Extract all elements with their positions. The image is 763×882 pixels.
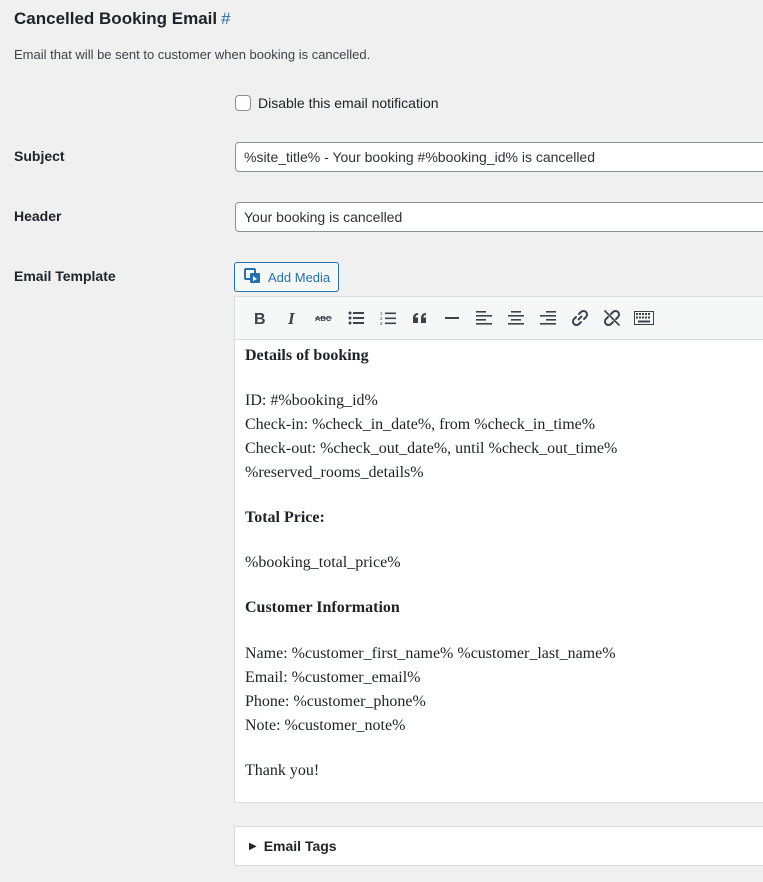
header-label: Header xyxy=(14,208,62,224)
customer-note-line: Note: %customer_note% xyxy=(245,717,406,734)
align-left-button[interactable] xyxy=(468,303,500,333)
reserved-rooms-line: %reserved_rooms_details% xyxy=(245,464,424,481)
disable-notification-row: Disable this email notification xyxy=(235,94,439,112)
add-media-label: Add Media xyxy=(268,269,331,285)
italic-button[interactable]: I xyxy=(276,303,308,333)
section-title: Cancelled Booking Email # xyxy=(14,9,231,29)
bullet-list-icon xyxy=(348,311,364,325)
link-icon xyxy=(571,309,589,327)
toolbar-toggle-button[interactable] xyxy=(628,303,660,333)
subject-input[interactable] xyxy=(235,142,763,172)
align-center-button[interactable] xyxy=(500,303,532,333)
horizontal-line-button[interactable] xyxy=(436,303,468,333)
section-description: Email that will be sent to customer when… xyxy=(14,47,371,62)
customer-email-line: Email: %customer_email% xyxy=(245,669,421,686)
bold-button[interactable]: B xyxy=(244,303,276,333)
add-media-icon xyxy=(244,267,262,287)
keyboard-icon xyxy=(634,311,654,325)
align-right-button[interactable] xyxy=(532,303,564,333)
email-tags-toggle[interactable]: ▶ Email Tags xyxy=(234,826,763,866)
email-template-editor[interactable]: B I ABC 1 2 3 Details of booking ID: #%b… xyxy=(234,296,763,803)
svg-text:B: B xyxy=(254,311,266,326)
booking-id-line: ID: #%booking_id% xyxy=(245,392,378,409)
numbered-list-icon: 1 2 3 xyxy=(380,311,396,326)
insert-link-button[interactable] xyxy=(564,303,596,333)
section-anchor-link[interactable]: # xyxy=(221,9,230,28)
editor-toolbar: B I ABC 1 2 3 xyxy=(235,297,763,340)
remove-link-button[interactable] xyxy=(596,303,628,333)
disable-notification-label[interactable]: Disable this email notification xyxy=(258,95,439,111)
email-tags-label: Email Tags xyxy=(263,838,337,854)
expand-triangle-icon: ▶ xyxy=(249,840,257,852)
check-out-line: Check-out: %check_out_date%, until %chec… xyxy=(245,440,618,457)
email-template-label: Email Template xyxy=(14,268,116,284)
bold-icon: B xyxy=(254,311,266,326)
customer-info-heading: Customer Information xyxy=(245,599,400,616)
bullet-list-button[interactable] xyxy=(340,303,372,333)
horizontal-line-icon xyxy=(445,317,459,319)
italic-icon: I xyxy=(287,310,296,326)
svg-text:3: 3 xyxy=(380,321,383,326)
section-title-text: Cancelled Booking Email xyxy=(14,9,218,28)
disable-notification-checkbox[interactable] xyxy=(235,95,251,111)
total-price-heading: Total Price: xyxy=(245,509,325,526)
align-center-icon xyxy=(508,311,524,325)
customer-name-line: Name: %customer_first_name% %customer_la… xyxy=(245,645,616,662)
align-left-icon xyxy=(476,311,492,325)
numbered-list-button[interactable]: 1 2 3 xyxy=(372,303,404,333)
svg-text:I: I xyxy=(287,310,296,326)
details-heading: Details of booking xyxy=(245,347,369,364)
unlink-icon xyxy=(603,309,621,327)
check-in-line: Check-in: %check_in_date%, from %check_i… xyxy=(245,416,596,433)
thank-you-line: Thank you! xyxy=(245,762,320,779)
align-right-icon xyxy=(540,311,556,325)
strikethrough-icon: ABC xyxy=(315,314,332,323)
add-media-button[interactable]: Add Media xyxy=(234,262,339,292)
strikethrough-button[interactable]: ABC xyxy=(308,303,340,333)
blockquote-button[interactable] xyxy=(404,303,436,333)
blockquote-icon xyxy=(413,313,426,323)
total-price-line: %booking_total_price% xyxy=(245,554,401,571)
customer-phone-line: Phone: %customer_phone% xyxy=(245,693,426,710)
editor-content[interactable]: Details of booking ID: #%booking_id% Che… xyxy=(235,340,763,783)
header-input[interactable] xyxy=(235,202,763,232)
subject-label: Subject xyxy=(14,148,65,164)
